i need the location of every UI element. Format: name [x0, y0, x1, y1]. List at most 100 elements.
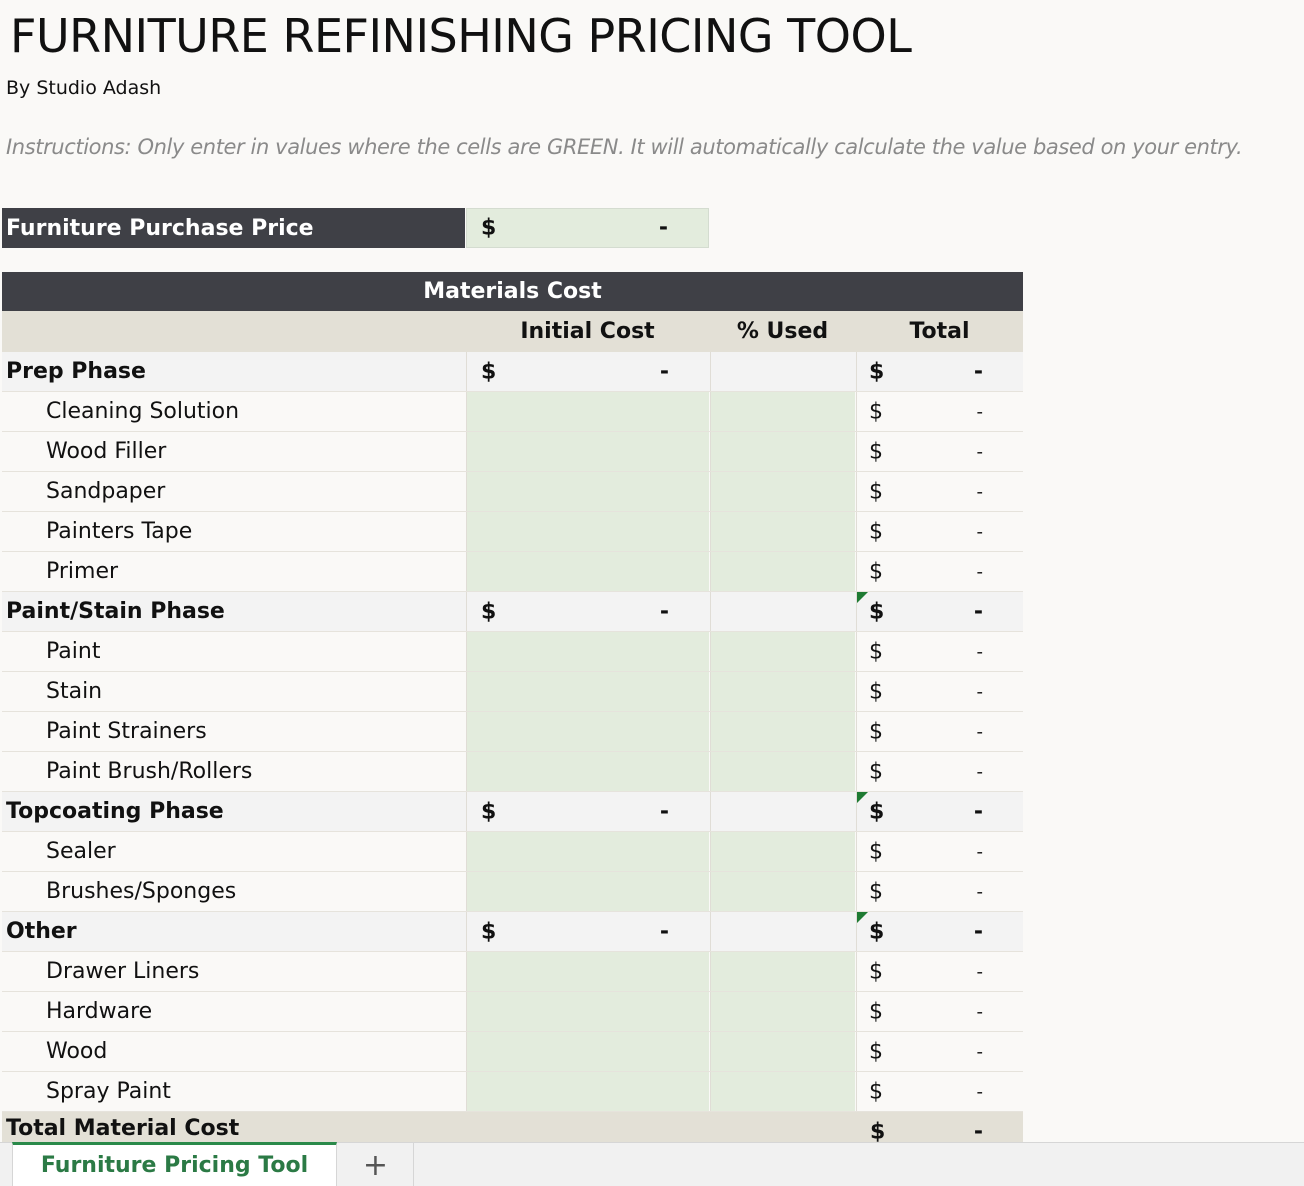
phase-initial-cost-cell[interactable]: $ -: [466, 592, 709, 631]
phase-percent-used-cell[interactable]: [710, 912, 855, 951]
column-header-initial-cost: Initial Cost: [520, 319, 655, 344]
percent-used-input[interactable]: [710, 952, 855, 991]
purchase-price-label: Furniture Purchase Price: [2, 208, 465, 248]
phase-initial-cost-cell[interactable]: $ -: [466, 792, 709, 831]
initial-cost-input[interactable]: [466, 952, 709, 991]
initial-cost-input[interactable]: [466, 832, 709, 871]
material-row: Paint Brush/Rollers $ -: [2, 752, 1023, 792]
percent-used-input[interactable]: [710, 992, 855, 1031]
material-row: Sandpaper $ -: [2, 472, 1023, 512]
total-value: -: [973, 1119, 983, 1143]
total-cell[interactable]: $ -: [856, 1072, 1023, 1111]
percent-used-input[interactable]: [710, 472, 855, 511]
initial-cost-input[interactable]: [466, 1032, 709, 1071]
currency-symbol: $: [869, 679, 883, 704]
phase-initial-cost-cell[interactable]: $ -: [466, 912, 709, 951]
sheet-tab-furniture-pricing-tool[interactable]: Furniture Pricing Tool: [12, 1142, 337, 1186]
material-label: Paint Strainers: [46, 719, 207, 744]
total-cell[interactable]: $ -: [856, 632, 1023, 671]
phase-initial-cost-cell[interactable]: $ -: [466, 352, 709, 391]
cell-value: -: [976, 961, 984, 982]
phase-percent-used-cell[interactable]: [710, 792, 855, 831]
cell-value: -: [976, 521, 984, 542]
percent-used-input[interactable]: [710, 832, 855, 871]
total-cell[interactable]: $ -: [856, 672, 1023, 711]
initial-cost-input[interactable]: [466, 712, 709, 751]
initial-cost-input[interactable]: [466, 392, 709, 431]
currency-symbol: $: [869, 1039, 883, 1064]
percent-used-input[interactable]: [710, 1072, 855, 1111]
initial-cost-input[interactable]: [466, 752, 709, 791]
percent-used-input[interactable]: [710, 752, 855, 791]
phase-total-cell[interactable]: $ -: [856, 912, 1023, 951]
comment-indicator-icon[interactable]: [857, 592, 868, 603]
initial-cost-input[interactable]: [466, 632, 709, 671]
percent-used-input[interactable]: [710, 872, 855, 911]
cell-value: -: [976, 881, 984, 902]
total-cell[interactable]: $ -: [856, 552, 1023, 591]
total-cell[interactable]: $ -: [856, 872, 1023, 911]
percent-used-input[interactable]: [710, 552, 855, 591]
material-label: Hardware: [46, 999, 153, 1024]
purchase-price-input[interactable]: $ -: [466, 208, 709, 248]
percent-used-input[interactable]: [710, 1032, 855, 1071]
total-cell[interactable]: $ -: [856, 1032, 1023, 1071]
percent-used-input[interactable]: [710, 432, 855, 471]
comment-indicator-icon[interactable]: [857, 792, 868, 803]
total-cell[interactable]: $ -: [856, 512, 1023, 551]
cell-value: -: [973, 599, 983, 624]
initial-cost-input[interactable]: [466, 1072, 709, 1111]
currency-symbol: $: [869, 639, 883, 664]
currency-symbol: $: [481, 599, 497, 624]
sheet-title: FURNITURE REFINISHING PRICING TOOL: [10, 9, 912, 63]
add-sheet-button[interactable]: +: [338, 1143, 414, 1186]
percent-used-input[interactable]: [710, 712, 855, 751]
initial-cost-input[interactable]: [466, 992, 709, 1031]
total-material-cost-label: Total Material Cost: [6, 1116, 240, 1141]
currency-symbol: $: [869, 479, 883, 504]
phase-percent-used-cell[interactable]: [710, 352, 855, 391]
total-cell[interactable]: $ -: [856, 392, 1023, 431]
material-label: Sandpaper: [46, 479, 166, 504]
cell-value: -: [976, 401, 984, 422]
phase-label: Paint/Stain Phase: [6, 599, 225, 624]
comment-indicator-icon[interactable]: [857, 912, 868, 923]
material-label: Drawer Liners: [46, 959, 200, 984]
initial-cost-input[interactable]: [466, 672, 709, 711]
total-cell[interactable]: $ -: [856, 472, 1023, 511]
currency-symbol: $: [869, 839, 883, 864]
materials-cost-header: Materials Cost: [2, 272, 1023, 311]
cell-value: -: [976, 721, 984, 742]
total-cell[interactable]: $ -: [856, 992, 1023, 1031]
percent-used-input[interactable]: [710, 632, 855, 671]
phase-total-cell[interactable]: $ -: [856, 352, 1023, 391]
phase-total-cell[interactable]: $ -: [856, 592, 1023, 631]
material-row: Spray Paint $ -: [2, 1072, 1023, 1112]
initial-cost-input[interactable]: [466, 552, 709, 591]
material-row: Cleaning Solution $ -: [2, 392, 1023, 432]
total-cell[interactable]: $ -: [856, 432, 1023, 471]
material-row: Wood $ -: [2, 1032, 1023, 1072]
phase-total-cell[interactable]: $ -: [856, 792, 1023, 831]
material-row: Painters Tape $ -: [2, 512, 1023, 552]
initial-cost-input[interactable]: [466, 872, 709, 911]
percent-used-input[interactable]: [710, 392, 855, 431]
material-label: Cleaning Solution: [46, 399, 240, 424]
total-cell[interactable]: $ -: [856, 752, 1023, 791]
material-label: Brushes/Sponges: [46, 879, 237, 904]
percent-used-input[interactable]: [710, 672, 855, 711]
phase-label: Topcoating Phase: [6, 799, 224, 824]
purchase-price-value: -: [658, 215, 668, 241]
phase-row: Prep Phase $ - $ -: [2, 352, 1023, 392]
cell-value: -: [659, 599, 669, 624]
phase-percent-used-cell[interactable]: [710, 592, 855, 631]
total-cell[interactable]: $ -: [856, 832, 1023, 871]
total-material-cost-value[interactable]: $ -: [858, 1112, 1023, 1143]
total-cell[interactable]: $ -: [856, 952, 1023, 991]
initial-cost-input[interactable]: [466, 432, 709, 471]
initial-cost-input[interactable]: [466, 472, 709, 511]
initial-cost-input[interactable]: [466, 512, 709, 551]
percent-used-input[interactable]: [710, 512, 855, 551]
cell-value: -: [973, 919, 983, 944]
total-cell[interactable]: $ -: [856, 712, 1023, 751]
